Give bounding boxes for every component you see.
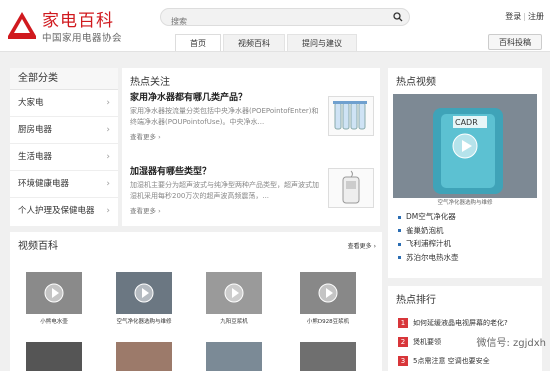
chevron-right-icon: › bbox=[106, 125, 110, 135]
ranking-row[interactable]: 3 5点需注意 空调也要安全 bbox=[398, 356, 490, 366]
auth-links: 登录 | 注册 bbox=[505, 11, 544, 22]
video-title: 空气净化器选购与维修 bbox=[116, 319, 172, 325]
category-label: 个人护理及保健电器 bbox=[18, 206, 95, 216]
category-label: 环境健康电器 bbox=[18, 179, 70, 189]
category-label: 厨房电器 bbox=[18, 125, 53, 135]
chevron-right-icon: › bbox=[106, 98, 110, 108]
water-purifier-icon bbox=[333, 101, 367, 130]
ranking-row[interactable]: 2 煲机要领 bbox=[398, 337, 441, 347]
ranking-title: 煲机要领 bbox=[413, 338, 441, 346]
video-card[interactable] bbox=[116, 342, 172, 371]
rank-number-badge: 1 bbox=[398, 318, 408, 328]
humidifier-thumbnail[interactable] bbox=[328, 168, 374, 208]
video-card[interactable]: 空气净化器选购与维修 bbox=[116, 272, 172, 325]
header-divider bbox=[0, 51, 550, 52]
video-title: 小熊D928豆浆机 bbox=[306, 319, 350, 325]
arrow-circle-icon: › bbox=[373, 243, 376, 250]
video-title: 九阳豆浆机 bbox=[220, 319, 248, 325]
search-box bbox=[160, 8, 410, 30]
site-header: 家电百科 中国家用电器协会 登录|注册 首页 视频百科 提问与建议 百科投稿 bbox=[0, 0, 550, 52]
category-item-personal-care[interactable]: 个人护理及保健电器 › bbox=[10, 198, 118, 225]
submit-entry-button[interactable]: 百科投稿 bbox=[488, 34, 542, 50]
main-nav: 首页 视频百科 提问与建议 bbox=[175, 34, 357, 52]
search-input[interactable] bbox=[161, 13, 381, 30]
video-thumbnail bbox=[116, 342, 172, 371]
chevron-right-icon: › bbox=[106, 152, 110, 162]
video-thumbnail bbox=[26, 272, 82, 314]
ranking-title: 如何延缓液晶电视屏幕的老化? bbox=[413, 319, 508, 327]
hot-video-link[interactable]: DM空气净化器 bbox=[398, 210, 459, 224]
play-icon[interactable] bbox=[452, 133, 478, 159]
video-thumbnail bbox=[116, 272, 172, 314]
site-brand[interactable]: 家电百科 bbox=[42, 6, 114, 31]
read-more-label: 查看更多 bbox=[130, 207, 156, 215]
video-encyclopedia-panel: 视频百科 查看更多 › 小熊电水壶 空气净化器选购与维修 九阳豆浆机 小熊D92… bbox=[10, 232, 382, 371]
hot-topics-title: 热点关注 bbox=[130, 77, 170, 88]
video-thumbnail bbox=[206, 272, 262, 314]
video-thumbnail bbox=[300, 342, 356, 371]
category-item-environment-health[interactable]: 环境健康电器 › bbox=[10, 171, 118, 198]
play-icon bbox=[134, 283, 154, 303]
chevron-right-icon: › bbox=[106, 179, 110, 189]
hot-topics-panel: 热点关注 家用净水器都有哪几类产品？ 家用净水器按流量分类包括中央净水器(POE… bbox=[122, 68, 380, 226]
hot-video-link[interactable]: 飞利浦榨汁机 bbox=[398, 237, 459, 251]
auth-separator: | bbox=[523, 12, 526, 21]
featured-video-caption: 空气净化器选购与维修 bbox=[437, 200, 493, 206]
hot-video-link[interactable]: 雀巢奶泡机 bbox=[398, 224, 459, 238]
featured-video-player[interactable]: CADR bbox=[393, 94, 537, 198]
more-videos-label: 查看更多 bbox=[347, 243, 372, 250]
video-card[interactable] bbox=[26, 342, 82, 371]
category-item-major-appliances[interactable]: 大家电 › bbox=[10, 90, 118, 117]
player-screen-text: CADR bbox=[455, 118, 478, 127]
category-title: 全部分类 bbox=[10, 68, 118, 90]
article-excerpt: 家用净水器按流量分类包括中央净水器(POEPointofEnter)和终端净水器… bbox=[130, 107, 319, 126]
rank-number-badge: 3 bbox=[398, 356, 408, 366]
category-label: 大家电 bbox=[18, 98, 44, 108]
article-excerpt: 加湿机主要分为超声波式与纯净型两种产品类型，超声波式加湿机采用每秒200万次的超… bbox=[130, 181, 319, 200]
rank-number-badge: 2 bbox=[398, 337, 408, 347]
hot-ranking-panel: 热点排行 1 如何延缓液晶电视屏幕的老化? 2 煲机要领 3 5点需注意 空调也要安全 bbox=[388, 286, 542, 371]
arrow-circle-icon: › bbox=[158, 207, 161, 215]
chevron-right-icon: › bbox=[106, 206, 110, 216]
hot-video-panel: 热点视频 CADR 空气净化器选购与维修 DM空气净化器 雀巢奶泡机 飞利浦榨汁… bbox=[388, 68, 542, 278]
play-icon bbox=[318, 283, 338, 303]
hot-ranking-title: 热点排行 bbox=[396, 295, 436, 306]
video-card[interactable] bbox=[206, 342, 262, 371]
tab-video-encyclopedia[interactable]: 视频百科 bbox=[223, 34, 285, 52]
association-logo-icon[interactable] bbox=[6, 9, 38, 41]
category-sidebar: 全部分类 大家电 › 厨房电器 › 生活电器 › 环境健康电器 › 个人护理及保健电器 › bbox=[10, 68, 118, 226]
video-thumbnail bbox=[26, 342, 82, 371]
humidifier-icon bbox=[342, 170, 360, 204]
video-card[interactable]: 小熊D928豆浆机 bbox=[300, 272, 356, 325]
video-card[interactable]: 九阳豆浆机 bbox=[206, 272, 262, 325]
hot-video-list: DM空气净化器 雀巢奶泡机 飞利浦榨汁机 苏泊尔电热水壶 bbox=[398, 210, 459, 264]
hot-video-link[interactable]: 苏泊尔电热水壶 bbox=[398, 251, 459, 265]
category-label: 生活电器 bbox=[18, 152, 53, 162]
video-card[interactable] bbox=[300, 342, 356, 371]
register-link[interactable]: 注册 bbox=[528, 12, 544, 21]
search-icon[interactable] bbox=[393, 12, 403, 22]
category-item-kitchen[interactable]: 厨房电器 › bbox=[10, 117, 118, 144]
water-purifier-thumbnail[interactable] bbox=[328, 96, 374, 136]
site-brand-subtitle: 中国家用电器协会 bbox=[42, 33, 123, 44]
wechat-watermark: 微信号: zgjdxh bbox=[476, 338, 546, 349]
tab-home[interactable]: 首页 bbox=[175, 34, 221, 52]
more-videos-link[interactable]: 查看更多 › bbox=[348, 241, 376, 250]
login-link[interactable]: 登录 bbox=[505, 12, 521, 21]
arrow-circle-icon: › bbox=[158, 133, 161, 141]
video-thumbnail bbox=[206, 342, 262, 371]
video-thumbnail bbox=[300, 272, 356, 314]
video-title: 小熊电水壶 bbox=[40, 319, 68, 325]
ranking-row[interactable]: 1 如何延缓液晶电视屏幕的老化? bbox=[398, 318, 508, 328]
read-more-label: 查看更多 bbox=[130, 133, 156, 141]
ranking-title: 5点需注意 空调也要安全 bbox=[413, 357, 490, 365]
play-icon bbox=[44, 283, 64, 303]
hot-video-title: 热点视频 bbox=[396, 77, 436, 88]
play-icon bbox=[224, 283, 244, 303]
video-card[interactable]: 小熊电水壶 bbox=[26, 272, 82, 325]
video-encyclopedia-title: 视频百科 bbox=[18, 241, 58, 252]
category-item-living[interactable]: 生活电器 › bbox=[10, 144, 118, 171]
tab-questions-suggestions[interactable]: 提问与建议 bbox=[287, 34, 357, 52]
